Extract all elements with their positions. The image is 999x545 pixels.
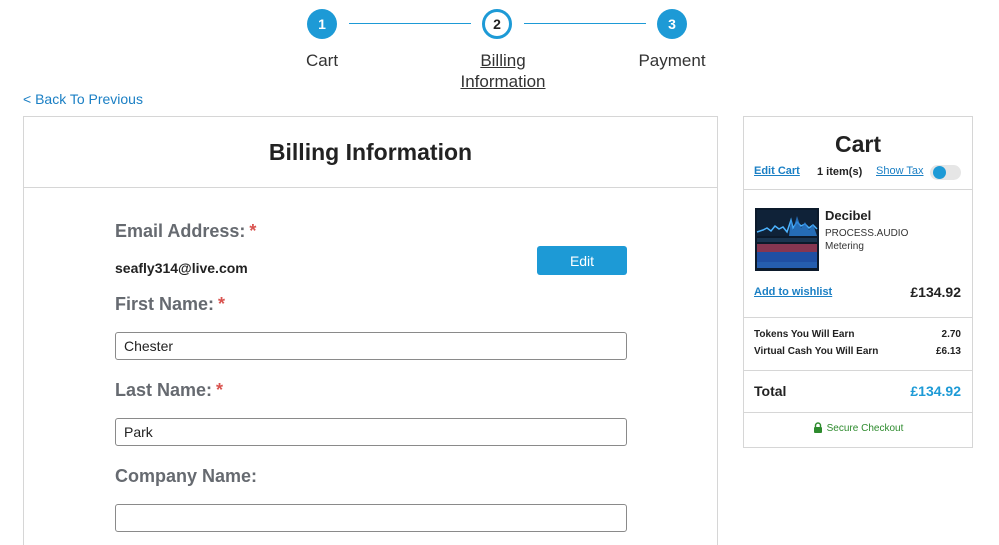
required-marker: * bbox=[218, 294, 226, 314]
secure-checkout: Secure Checkout bbox=[744, 422, 972, 434]
cart-item-count: 1 item(s) bbox=[817, 166, 863, 178]
product-category: Metering bbox=[825, 241, 864, 252]
required-marker: * bbox=[216, 380, 224, 400]
step-1-indicator[interactable]: 1 bbox=[307, 9, 337, 39]
step-2-indicator: 2 bbox=[482, 9, 512, 39]
step-connector-2-3 bbox=[524, 23, 646, 24]
lock-icon bbox=[813, 422, 822, 433]
cash-earn-value: £6.13 bbox=[935, 346, 961, 357]
step-3-indicator: 3 bbox=[657, 9, 687, 39]
company-name-input[interactable] bbox=[115, 504, 627, 532]
first-name-input[interactable] bbox=[115, 332, 627, 360]
step-3-label: Payment bbox=[638, 51, 706, 70]
step-2-label-line2: Information bbox=[460, 72, 546, 91]
billing-title: Billing Information bbox=[268, 138, 473, 165]
cash-earn-label: Virtual Cash You Will Earn bbox=[754, 346, 879, 357]
toggle-knob bbox=[933, 166, 946, 179]
first-name-label: First Name: * bbox=[115, 294, 225, 315]
edit-email-button[interactable]: Edit bbox=[537, 246, 627, 275]
last-name-label-text: Last Name: bbox=[115, 380, 213, 400]
cart-title: Cart bbox=[834, 131, 881, 157]
back-to-previous-link[interactable]: < Back To Previous bbox=[23, 91, 143, 107]
divider bbox=[744, 317, 972, 318]
last-name-label: Last Name: * bbox=[115, 380, 223, 401]
tokens-earn-label: Tokens You Will Earn bbox=[754, 329, 855, 340]
email-label-text: Email Address: bbox=[115, 221, 246, 241]
product-vendor: PROCESS.AUDIO bbox=[825, 228, 909, 239]
step-1-label[interactable]: Cart bbox=[282, 50, 362, 71]
product-thumbnail[interactable] bbox=[755, 208, 819, 271]
show-tax-link[interactable]: Show Tax bbox=[876, 165, 924, 177]
required-marker: * bbox=[249, 221, 257, 241]
edit-cart-link[interactable]: Edit Cart bbox=[754, 165, 800, 177]
company-name-label: Company Name: bbox=[115, 466, 257, 487]
step-connector-1-2 bbox=[349, 23, 471, 24]
add-to-wishlist-link[interactable]: Add to wishlist bbox=[754, 286, 832, 298]
first-name-label-text: First Name: bbox=[115, 294, 215, 314]
product-name[interactable]: Decibel bbox=[825, 208, 871, 223]
step-2-label: Billing Information bbox=[443, 50, 563, 92]
show-tax-toggle[interactable] bbox=[930, 165, 961, 180]
last-name-input[interactable] bbox=[115, 418, 627, 446]
divider bbox=[744, 412, 972, 413]
divider bbox=[744, 370, 972, 371]
company-name-label-text: Company Name: bbox=[115, 466, 258, 486]
tokens-earn-value: 2.70 bbox=[941, 329, 961, 340]
secure-checkout-label: Secure Checkout bbox=[826, 423, 904, 434]
email-value: seafly314@live.com bbox=[115, 260, 248, 276]
decibel-meter-image bbox=[755, 208, 819, 271]
billing-panel-header: Billing Information bbox=[24, 117, 717, 188]
email-label: Email Address: * bbox=[115, 221, 256, 242]
product-price: £134.92 bbox=[910, 284, 961, 300]
total-label: Total bbox=[754, 383, 787, 399]
divider bbox=[744, 189, 972, 190]
cart-summary: Cart Edit Cart 1 item(s) Show Tax Decibe… bbox=[743, 116, 973, 448]
step-2-label-line1: Billing bbox=[480, 51, 526, 70]
total-value: £134.92 bbox=[910, 383, 961, 399]
billing-panel: Billing Information Email Address: * seaf… bbox=[23, 116, 718, 545]
